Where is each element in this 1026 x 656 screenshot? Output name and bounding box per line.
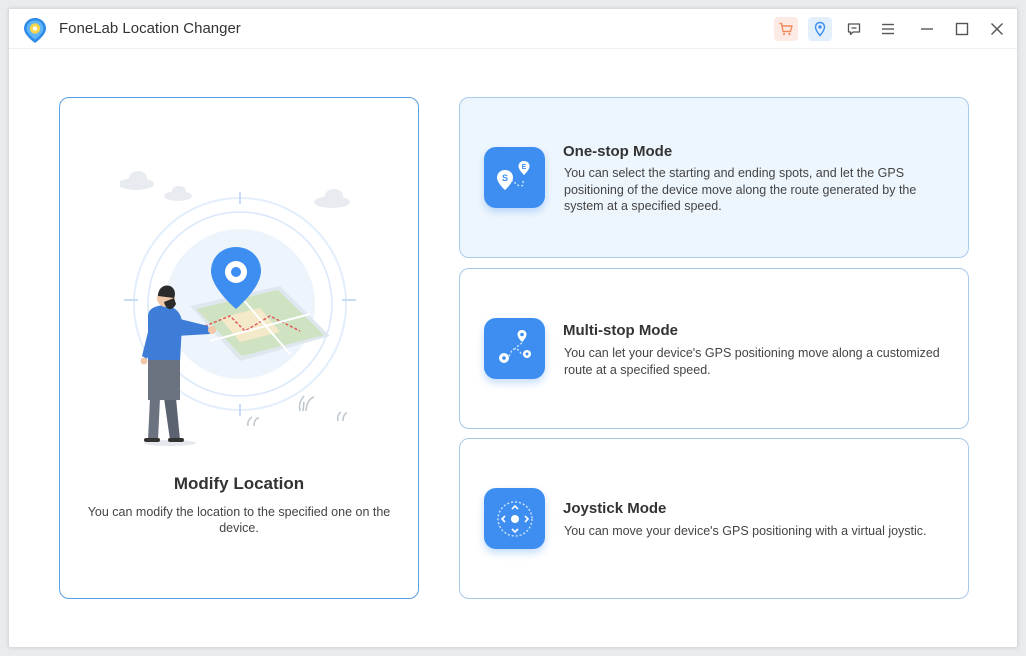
- multi-stop-mode-description: You can let your device's GPS positionin…: [564, 346, 940, 377]
- modify-location-illustration: [120, 171, 356, 446]
- map-pin-logo-icon: [24, 18, 46, 43]
- joystick-mode-description: You can move your device's GPS positioni…: [564, 524, 927, 538]
- modify-location-description: You can modify the location to the speci…: [87, 505, 391, 535]
- feedback-icon: [847, 23, 861, 36]
- modify-location-card[interactable]: Modify Location You can modify the locat…: [59, 97, 419, 599]
- one-stop-mode-card[interactable]: S E One-stop Mode You can select the sta…: [459, 97, 969, 258]
- start-point-label: S: [501, 173, 507, 183]
- cart-button[interactable]: [774, 17, 798, 41]
- one-stop-mode-description: You can select the starting and ending s…: [564, 166, 917, 213]
- app-title: FoneLab Location Changer: [59, 20, 241, 37]
- one-stop-mode-title: One-stop Mode: [563, 143, 673, 160]
- joystick-mode-card[interactable]: Joystick Mode You can move your device's…: [459, 438, 969, 599]
- joystick-icon: [484, 488, 545, 549]
- multi-stop-route-icon: [484, 318, 545, 379]
- menu-button[interactable]: [876, 17, 900, 41]
- one-stop-route-icon: S E: [484, 147, 545, 208]
- title-bar: FoneLab Location Changer: [9, 9, 1017, 49]
- feedback-button[interactable]: [842, 17, 866, 41]
- maximize-icon: [955, 22, 969, 36]
- multi-stop-mode-title: Multi-stop Mode: [563, 322, 678, 339]
- modify-location-title: Modify Location: [173, 474, 305, 493]
- app-window: FoneLab Location Changer Modify Location…: [8, 8, 1018, 648]
- end-point-label: E: [521, 164, 526, 171]
- close-icon: [991, 23, 1003, 35]
- multi-stop-mode-card[interactable]: Multi-stop Mode You can let your device'…: [459, 268, 969, 429]
- cart-icon: [779, 22, 793, 36]
- close-button[interactable]: [985, 17, 1009, 41]
- menu-icon: [882, 23, 894, 35]
- location-pin-icon: [814, 21, 826, 37]
- maximize-button[interactable]: [950, 17, 974, 41]
- minimize-button[interactable]: [915, 17, 939, 41]
- joystick-mode-title: Joystick Mode: [563, 500, 667, 517]
- minimize-icon: [921, 28, 933, 30]
- location-pin-button[interactable]: [808, 17, 832, 41]
